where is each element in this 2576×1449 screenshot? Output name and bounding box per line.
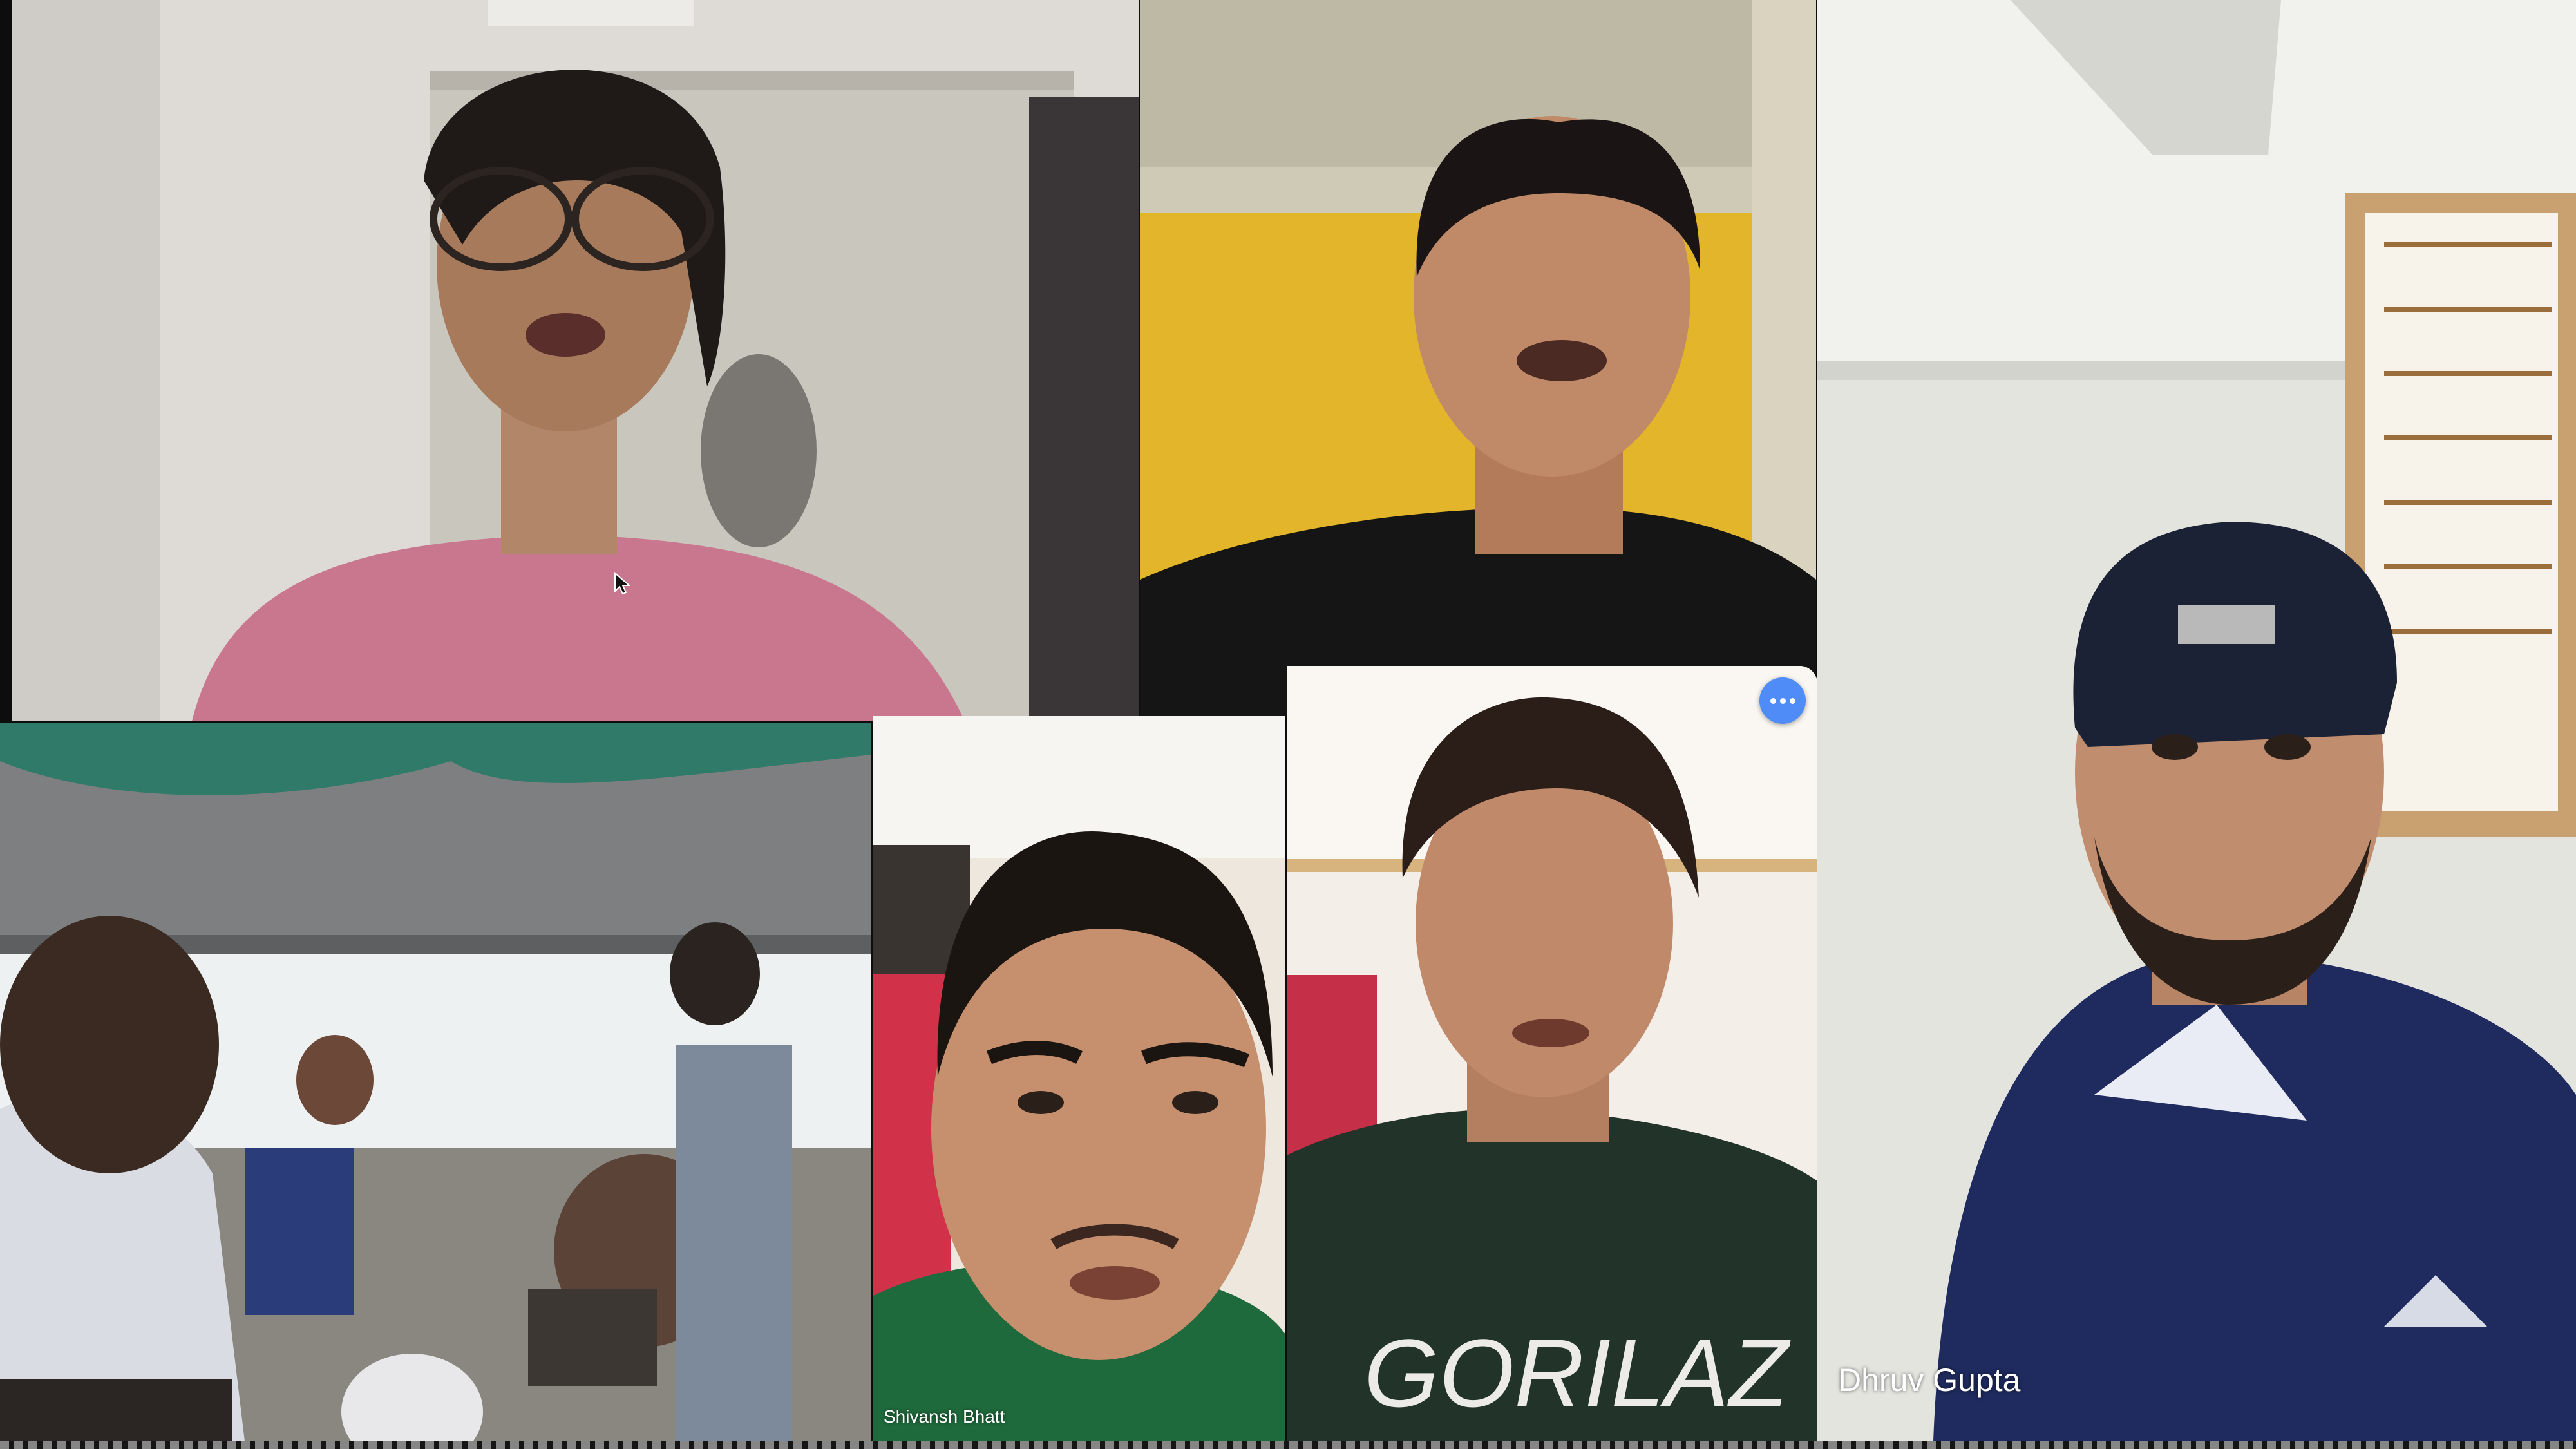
participant-tile-6[interactable]: GORILAZ [1287, 666, 1817, 1441]
svg-text:GORILAZ: GORILAZ [1364, 1319, 1791, 1427]
participant-tile-5[interactable]: Shivansh Bhatt [873, 716, 1285, 1441]
mouse-pointer-icon [614, 572, 630, 595]
screen-bottom-edge [0, 1441, 2576, 1449]
participant-name-label: Shivansh Bhatt [884, 1406, 1005, 1426]
video-call-grid: Dhruv Gupta Shivansh Bhatt GORILAZ [0, 0, 2576, 1449]
more-horizontal-icon-dot [1789, 697, 1795, 704]
participant-video-5 [873, 716, 1285, 1441]
participant-tile-3[interactable]: Dhruv Gupta [1817, 0, 2576, 1441]
participant-tile-4[interactable] [0, 723, 871, 1441]
more-horizontal-icon [1770, 697, 1776, 704]
participant-tile-2[interactable] [1140, 0, 1816, 716]
participant-video-6: GORILAZ [1287, 666, 1817, 1441]
more-options-button[interactable] [1759, 677, 1806, 724]
participant-video-3 [1817, 0, 2576, 1441]
participant-video-1 [12, 0, 1139, 721]
participant-tile-1[interactable] [12, 0, 1139, 721]
participant-video-4 [0, 723, 871, 1441]
participant-name-label: Dhruv Gupta [1838, 1362, 2021, 1398]
more-horizontal-icon-dot [1779, 697, 1786, 704]
participant-video-2 [1140, 0, 1816, 716]
